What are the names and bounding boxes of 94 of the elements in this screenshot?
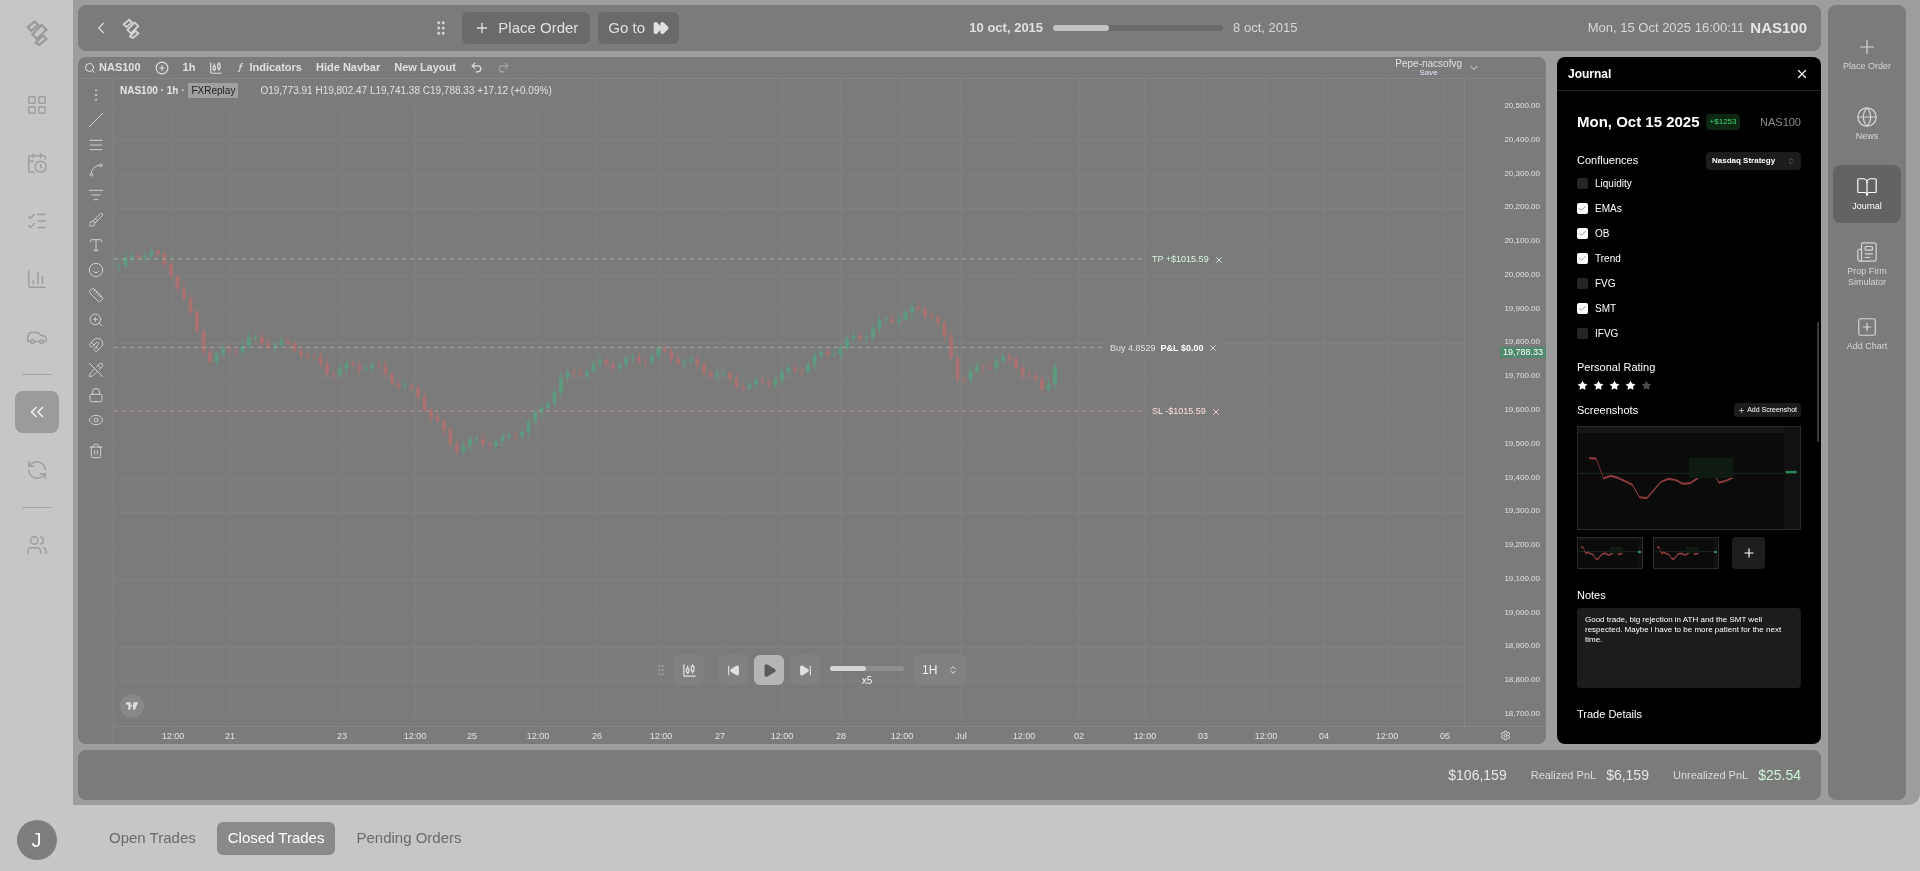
take-profit-label: TP +$1015.59 xyxy=(1152,253,1209,266)
interval-button[interactable]: 1h xyxy=(182,59,196,76)
replay-start-date: 10 oct, 2015 xyxy=(969,19,1044,38)
section-title: Trade Details xyxy=(1577,707,1643,722)
sidebar-item[interactable]: Add Chart xyxy=(1833,305,1901,363)
time-label: 12:00 xyxy=(770,730,794,743)
panel-title: Journal xyxy=(1568,65,1612,83)
avatar[interactable]: J xyxy=(16,820,57,860)
price-label: 18,700.00 xyxy=(1504,710,1540,719)
indicators-button[interactable]: Indicators xyxy=(237,59,302,76)
price-label: 19,700.00 xyxy=(1504,372,1540,381)
price-label: 20,000.00 xyxy=(1504,270,1540,279)
price-label: 19,800.00 xyxy=(1504,338,1540,347)
sidebar-item[interactable]: Place Order xyxy=(1833,25,1901,83)
time-label: 12:00 xyxy=(1133,730,1157,743)
ohlc-values: O19,773.91 H19,802.47 L19,741.38 C19,788.33 +17.12 (+0.09%) xyxy=(260,83,552,98)
price-label: 19,000.00 xyxy=(1504,608,1540,617)
symbol-label: NAS100 xyxy=(1760,115,1801,130)
current-time: Mon, 15 Oct 2025 16:00:11 xyxy=(1587,19,1745,38)
section-title: Screenshots xyxy=(1577,403,1639,418)
price-label: 19,200.00 xyxy=(1504,541,1540,550)
trades-tab[interactable]: Open Trades xyxy=(98,821,207,855)
realized-pnl-value: $6,159 xyxy=(1606,765,1649,785)
symbol-search[interactable]: NAS100 xyxy=(84,59,141,76)
new-layout-button[interactable]: New Layout xyxy=(394,59,456,76)
price-label: 19,500.00 xyxy=(1504,439,1540,448)
sidebar-item[interactable]: Prop Firm Simulator xyxy=(1833,235,1901,293)
price-label: 20,500.00 xyxy=(1504,102,1540,110)
confluence-label: SMT xyxy=(1595,302,1617,316)
time-label: 12:00 xyxy=(1012,730,1036,743)
time-label: 12:00 xyxy=(403,730,427,743)
time-label: 27 xyxy=(715,730,725,743)
trades-tab[interactable]: Pending Orders xyxy=(345,821,473,855)
time-label: 12:00 xyxy=(890,730,914,743)
sidebar-item[interactable]: News xyxy=(1833,95,1901,153)
realized-pnl-label: Realized PnL xyxy=(1530,767,1597,783)
time-label: 26 xyxy=(592,730,602,743)
section-title: Confluences xyxy=(1577,153,1639,169)
balance-value: $106,159 xyxy=(1448,765,1507,785)
time-label: 28 xyxy=(836,730,846,743)
price-label: 19,300.00 xyxy=(1504,507,1540,516)
sidebar-item[interactable]: Journal xyxy=(1833,165,1901,223)
timeframe-select[interactable]: 1H xyxy=(914,655,966,685)
time-label: 12:00 xyxy=(161,730,185,743)
price-label: 18,800.00 xyxy=(1504,676,1540,685)
confluence-label: EMAs xyxy=(1595,202,1622,216)
trades-tab[interactable]: Closed Trades xyxy=(216,821,336,855)
time-label: 04 xyxy=(1319,730,1329,743)
confluence-label: FVG xyxy=(1595,277,1616,291)
pnl-label: P&L $0.00 xyxy=(1160,341,1204,355)
confluence-label: OB xyxy=(1595,227,1610,241)
time-label: 05 xyxy=(1440,730,1450,743)
section-title: Personal Rating xyxy=(1577,359,1657,375)
layout-name: Pepe-nacsofvg xyxy=(1395,58,1462,69)
notes-field[interactable]: Good trade, big rejection in ATH and the SMT well respected. Maybe i have to be more patient for the next time. xyxy=(1577,608,1801,688)
time-label: 12:00 xyxy=(1375,730,1399,743)
price-label: 19,100.00 xyxy=(1504,574,1540,583)
last-price-label: 19,788.33 xyxy=(1499,346,1546,358)
time-label: 21 xyxy=(225,730,235,743)
unrealized-pnl-value: $25.54 xyxy=(1758,765,1801,785)
time-label: 12:00 xyxy=(526,730,550,743)
confluence-label: Liquidity xyxy=(1595,177,1632,191)
speed-label: x5 xyxy=(861,674,873,688)
unrealized-pnl-label: Unrealized PnL xyxy=(1672,767,1749,783)
time-label: 12:00 xyxy=(1254,730,1278,743)
position-label: Buy 4.8529 xyxy=(1110,341,1156,355)
price-label: 19,600.00 xyxy=(1504,406,1540,414)
price-label: 20,400.00 xyxy=(1504,135,1540,144)
time-label: Jul xyxy=(955,730,967,743)
price-label: 20,300.00 xyxy=(1504,169,1540,178)
pnl-badge: +$1253 xyxy=(1705,114,1741,131)
replay-end-date: 8 oct, 2015 xyxy=(1233,19,1298,38)
confluence-label: Trend xyxy=(1595,252,1621,266)
time-label: 02 xyxy=(1074,730,1084,743)
price-label: 19,400.00 xyxy=(1504,473,1540,482)
time-label: 12:00 xyxy=(649,730,673,743)
price-label: 19,900.00 xyxy=(1504,304,1540,313)
section-title: Notes xyxy=(1577,587,1607,603)
hide-navbar-button[interactable]: Hide Navbar xyxy=(316,59,381,76)
confluence-label: IFVG xyxy=(1595,327,1619,341)
stop-loss-label: SL -$1015.59 xyxy=(1152,405,1206,418)
price-label: 20,100.00 xyxy=(1504,237,1540,246)
journal-date: Mon, Oct 15 2025 xyxy=(1577,112,1700,132)
time-label: 25 xyxy=(467,730,477,743)
time-label: 03 xyxy=(1198,730,1208,743)
strategy-select[interactable]: Nasdaq Strategy xyxy=(1706,151,1801,170)
place-order-button[interactable]: Place Order xyxy=(462,12,591,44)
price-label: 20,200.00 xyxy=(1504,203,1540,212)
time-label: 23 xyxy=(337,730,347,743)
price-label: 18,900.00 xyxy=(1504,642,1540,651)
go-to-button[interactable]: Go to xyxy=(598,12,680,44)
source-badge: FXReplay xyxy=(188,83,239,98)
symbol-label: NAS100 xyxy=(1750,17,1807,38)
save-status: Save xyxy=(1419,68,1438,77)
